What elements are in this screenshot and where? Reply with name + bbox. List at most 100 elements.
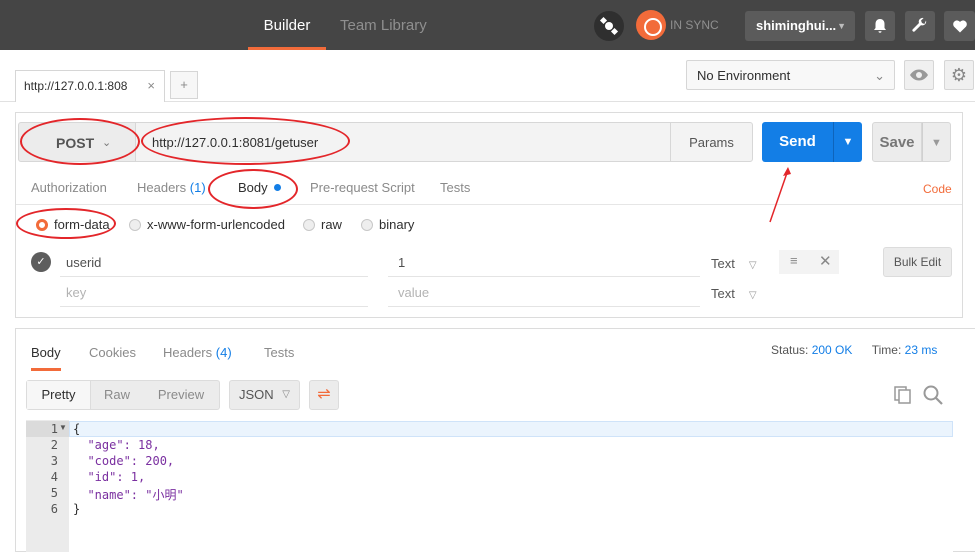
environment-selected: No Environment bbox=[697, 68, 791, 83]
heart-icon[interactable] bbox=[944, 11, 975, 41]
annotation-ring-form-data bbox=[16, 208, 116, 239]
radio-label: x-www-form-urlencoded bbox=[147, 217, 285, 232]
param-type: Text bbox=[711, 256, 735, 271]
tab-headers-label: Headers bbox=[137, 180, 187, 195]
bulk-edit-button[interactable]: Bulk Edit bbox=[883, 247, 952, 277]
radio-binary[interactable]: binary bbox=[361, 217, 414, 232]
param-value[interactable]: 1 bbox=[398, 255, 405, 270]
active-line-highlight bbox=[69, 421, 953, 437]
chevron-down-icon: ⌄ bbox=[874, 68, 885, 83]
language-value: JSON bbox=[239, 387, 274, 402]
response-tab-headers-label: Headers bbox=[163, 345, 213, 360]
radio-icon bbox=[129, 219, 141, 231]
format-pretty-button[interactable]: Pretty bbox=[27, 381, 91, 409]
time-value: 23 ms bbox=[904, 343, 938, 357]
key-input[interactable]: key bbox=[66, 285, 86, 300]
divider bbox=[60, 276, 368, 277]
annotation-ring-url bbox=[141, 117, 350, 165]
tab-headers[interactable]: Headers (1) bbox=[137, 180, 206, 195]
tab-tests[interactable]: Tests bbox=[440, 180, 470, 195]
radio-x-www-form-urlencoded[interactable]: x-www-form-urlencoded bbox=[129, 217, 285, 232]
param-key[interactable]: userid bbox=[66, 255, 101, 270]
row-tools: ≡ ✕ bbox=[779, 250, 839, 274]
close-icon[interactable]: × bbox=[147, 71, 155, 101]
code-line: "age": 18, bbox=[73, 438, 160, 452]
response-status: Status: 200 OK Time: 23 ms bbox=[771, 343, 937, 357]
language-select[interactable]: JSON ▽ bbox=[229, 380, 300, 410]
wrench-icon[interactable] bbox=[905, 11, 935, 41]
environment-select[interactable]: No Environment ⌄ bbox=[686, 60, 895, 90]
divider bbox=[60, 306, 368, 307]
radio-icon bbox=[303, 219, 315, 231]
response-headers-count: (4) bbox=[215, 345, 232, 360]
username: shiminghui... bbox=[756, 18, 837, 33]
response-tab-body[interactable]: Body bbox=[31, 345, 61, 371]
send-dropdown-button[interactable]: ▼ bbox=[833, 122, 862, 162]
params-button[interactable]: Params bbox=[670, 122, 753, 162]
drag-handle-icon[interactable]: ≡ bbox=[790, 253, 798, 268]
gear-icon[interactable]: ⚙ bbox=[944, 60, 974, 90]
status-value: 200 OK bbox=[811, 343, 853, 357]
response-tab-tests[interactable]: Tests bbox=[264, 345, 294, 360]
param-type-select[interactable]: Text ▽ bbox=[711, 256, 757, 271]
eye-icon[interactable] bbox=[904, 60, 934, 90]
request-tab-title: http://127.0.0.1:808 bbox=[24, 79, 128, 93]
format-raw-button[interactable]: Raw bbox=[93, 381, 141, 409]
sync-icon[interactable] bbox=[636, 10, 666, 40]
line-number: 5 bbox=[50, 486, 58, 500]
response-tab-headers[interactable]: Headers (4) bbox=[163, 345, 232, 360]
line-number: 3 bbox=[50, 454, 58, 468]
sync-status: IN SYNC bbox=[670, 18, 719, 32]
code-line: { bbox=[73, 422, 81, 436]
annotation-ring-body-tab bbox=[208, 169, 298, 209]
radio-icon bbox=[361, 219, 373, 231]
response-tab-cookies[interactable]: Cookies bbox=[89, 345, 136, 360]
bell-icon[interactable] bbox=[865, 11, 895, 41]
divider bbox=[388, 276, 700, 277]
radio-raw[interactable]: raw bbox=[303, 217, 342, 232]
request-tab[interactable]: http://127.0.0.1:808 × bbox=[15, 70, 165, 102]
tab-authorization[interactable]: Authorization bbox=[31, 180, 107, 195]
tab-builder[interactable]: Builder bbox=[248, 0, 326, 50]
code-line: "id": 1, bbox=[73, 470, 146, 484]
format-preview-button[interactable]: Preview bbox=[145, 381, 217, 409]
save-dropdown-button[interactable]: ▼ bbox=[922, 122, 951, 162]
param-type: Text bbox=[711, 286, 735, 301]
send-button[interactable]: Send bbox=[762, 122, 833, 162]
chevron-down-icon: ▽ bbox=[282, 389, 290, 400]
annotation-ring-method bbox=[20, 118, 140, 165]
line-number: 6 bbox=[50, 502, 58, 516]
status-label: Status: bbox=[771, 343, 809, 357]
save-button[interactable]: Save bbox=[872, 122, 922, 162]
fold-arrow-icon[interactable]: ▼ bbox=[59, 423, 67, 432]
time-label: Time: bbox=[871, 343, 902, 357]
search-icon[interactable] bbox=[922, 384, 944, 406]
tab-team-library[interactable]: Team Library bbox=[340, 0, 427, 50]
divider bbox=[16, 204, 962, 205]
new-tab-button[interactable]: + bbox=[170, 71, 198, 99]
value-input[interactable]: value bbox=[398, 285, 429, 300]
line-number: 2 bbox=[50, 438, 58, 452]
code-line: "name": "小明" bbox=[73, 488, 184, 502]
chevron-down-icon: ▽ bbox=[748, 290, 757, 301]
satellite-icon[interactable] bbox=[594, 11, 624, 41]
headers-count: (1) bbox=[189, 180, 206, 195]
annotation-arrow bbox=[769, 167, 791, 223]
tab-prerequest-script[interactable]: Pre-request Script bbox=[310, 180, 415, 195]
copy-icon[interactable] bbox=[893, 385, 913, 405]
code-line: "code": 200, bbox=[73, 454, 175, 468]
line-number: 4 bbox=[50, 470, 58, 484]
param-type-select[interactable]: Text ▽ bbox=[711, 286, 757, 301]
code-line: } bbox=[73, 502, 81, 516]
divider bbox=[388, 306, 700, 307]
radio-label: raw bbox=[321, 217, 342, 232]
code-link[interactable]: Code bbox=[923, 182, 952, 196]
radio-label: binary bbox=[379, 217, 415, 232]
wrap-lines-icon[interactable]: ⇌ bbox=[309, 380, 339, 410]
chevron-down-icon: ▽ bbox=[748, 260, 757, 271]
line-number: 1 bbox=[50, 422, 58, 436]
chevron-down-icon: ▼ bbox=[837, 21, 846, 31]
user-menu-button[interactable]: shiminghui... ▼ bbox=[745, 11, 855, 41]
row-enabled-checkbox[interactable]: ✓ bbox=[31, 252, 51, 272]
delete-row-icon[interactable]: ✕ bbox=[819, 252, 832, 270]
